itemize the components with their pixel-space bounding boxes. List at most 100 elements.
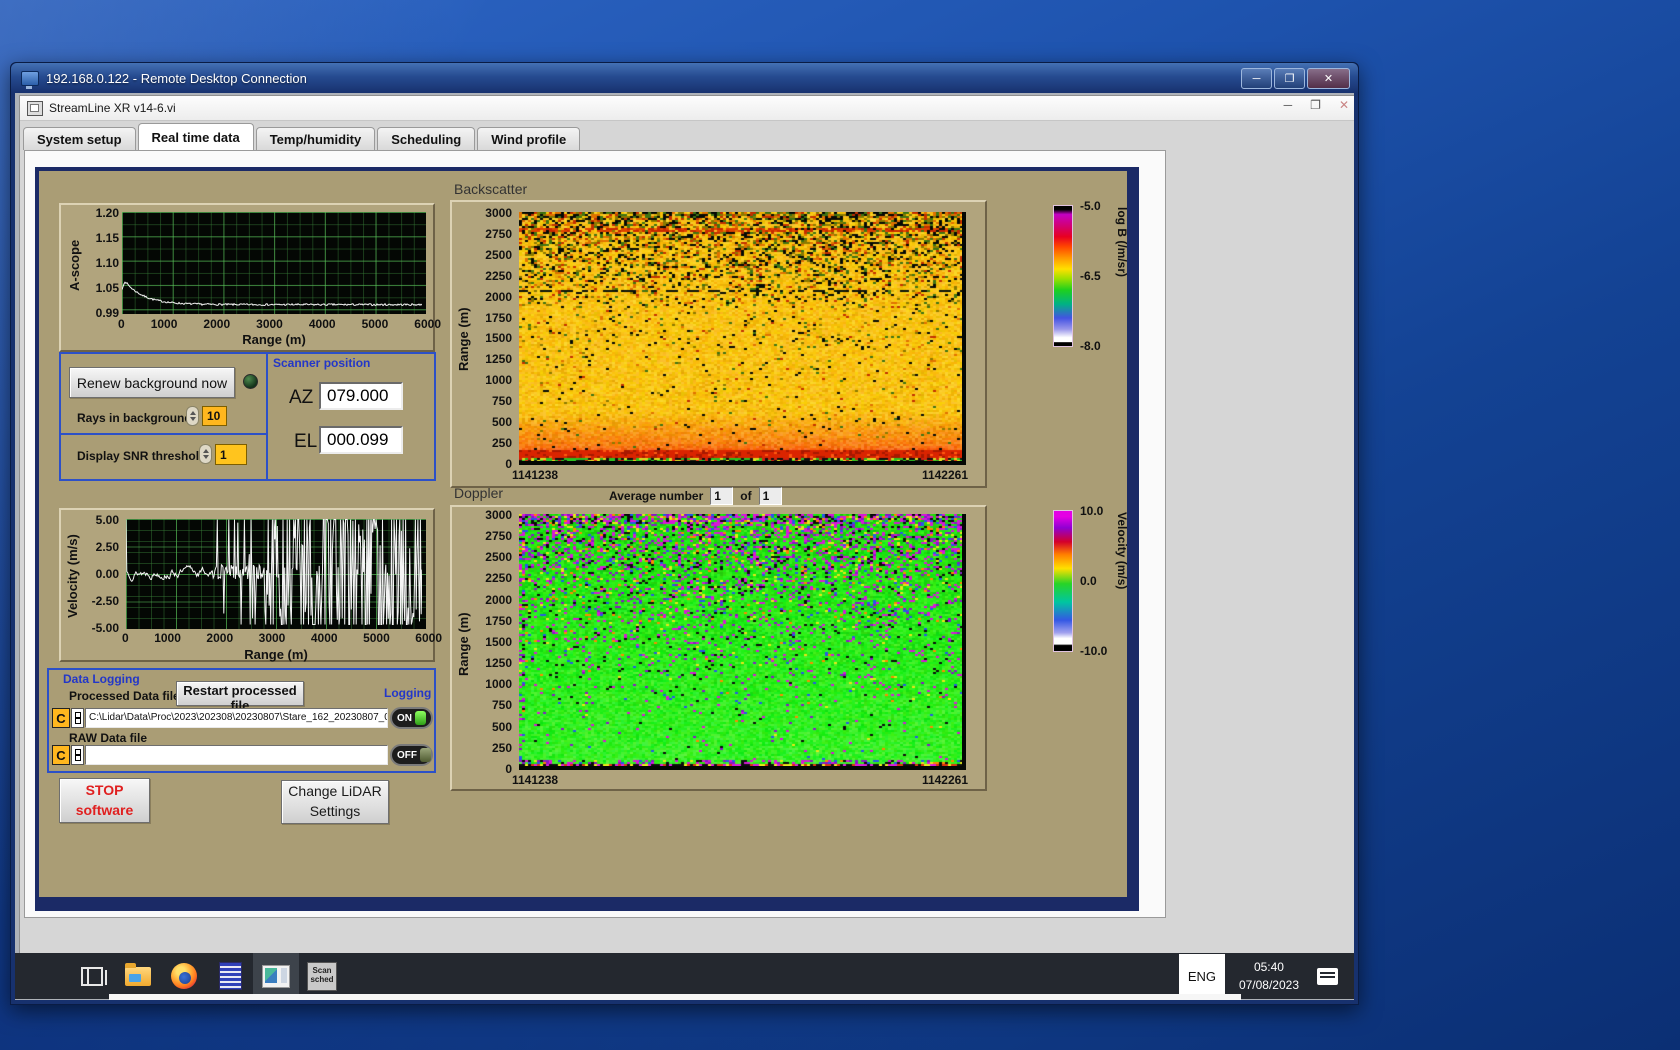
backscatter-colorbar-ticks-item: -6.5 [1080, 269, 1101, 283]
doppler-y-ticks-item: 250 [491, 740, 512, 755]
tab-real-time-data[interactable]: Real time data [137, 123, 254, 150]
restore-icon[interactable]: ❐ [1310, 98, 1321, 112]
task-view-button[interactable] [69, 953, 115, 999]
doppler-colorbar-ticks-item: -10.0 [1080, 644, 1108, 658]
scan-scheduler-button[interactable]: Scan sched [299, 953, 345, 999]
velocity-x-ticks-item: 4000 [310, 631, 338, 645]
rdp-window-controls: ─ ❐ ✕ [1241, 68, 1350, 89]
language-indicator[interactable]: ENG [1178, 954, 1225, 998]
doppler-colorbar-label: Velocity (m/s) [1115, 512, 1129, 590]
ascope-y-axis-label: A-scope [67, 239, 82, 291]
rdp-titlebar[interactable]: 192.168.0.122 - Remote Desktop Connectio… [11, 63, 1358, 93]
elevation-field[interactable]: 000.099 [319, 426, 403, 454]
app-titlebar[interactable]: StreamLine XR v14-6.vi ─ ❐ ✕ [20, 96, 1354, 121]
of-label: of [740, 489, 752, 503]
ascope-x-ticks-item: 6000 [414, 317, 441, 331]
backscatter-y-ticks-item: 2000 [485, 289, 512, 304]
settings-line2: Settings [309, 803, 361, 819]
doppler-y-ticks-item: 1750 [485, 613, 512, 628]
tab-wind-profile[interactable]: Wind profile [477, 127, 581, 150]
ascope-x-ticks-item: 4000 [308, 317, 336, 331]
velocity-y-axis-label: Velocity (m/s) [65, 534, 80, 618]
ascope-x-ticks-item: 1000 [150, 317, 178, 331]
rdp-window-title: 192.168.0.122 - Remote Desktop Connectio… [46, 70, 307, 86]
logging-label: Logging [384, 686, 432, 700]
streamline-taskbar-button[interactable] [253, 953, 299, 999]
remote-screen: StreamLine XR v14-6.vi ─ ❐ ✕ System setu… [15, 93, 1354, 1000]
velocity-x-ticks-item: 5000 [363, 631, 390, 645]
taskbar-clock[interactable]: 05:40 07/08/2023 [1225, 958, 1313, 994]
minimize-icon[interactable]: ─ [1284, 98, 1293, 112]
raw-file-label: RAW Data file [69, 731, 148, 745]
doppler-y-ticks-item: 1000 [485, 677, 512, 692]
average-number-field[interactable]: 1 [710, 487, 734, 505]
document-icon [218, 962, 242, 990]
scan-icon-text: sched [310, 975, 334, 984]
doppler-colorbar-ticks-item: 0.0 [1080, 574, 1097, 588]
scanner-position-title: Scanner position [273, 356, 371, 370]
processed-logging-toggle[interactable]: ON [390, 707, 433, 729]
backscatter-colorbar-label: log B (/m/sr) [1115, 207, 1129, 278]
processed-drive-box[interactable]: C [52, 708, 70, 728]
toggle-indicator [415, 711, 426, 725]
minimize-icon[interactable]: ─ [1241, 68, 1272, 89]
rays-value-field[interactable]: 10 [202, 406, 227, 426]
processed-browse-icon[interactable] [71, 708, 84, 728]
raw-browse-icon[interactable] [71, 745, 84, 765]
backscatter-colorbar-ticks-item: -8.0 [1080, 339, 1101, 353]
doppler-title: Doppler [454, 485, 504, 501]
tab-system-setup[interactable]: System setup [23, 127, 136, 150]
taskbar-icons: Scan sched [69, 953, 345, 999]
taskbar: Scan sched ENG 05:40 07/08/2023 [15, 953, 1354, 999]
backscatter-y-ticks-item: 0 [505, 456, 512, 471]
restart-processed-file-button[interactable]: Restart processed file [176, 681, 304, 713]
raw-drive-box[interactable]: C [52, 745, 70, 765]
snr-value-field[interactable]: 1 [215, 444, 247, 465]
average-total-field[interactable]: 1 [758, 487, 782, 505]
backscatter-y-ticks-item: 2500 [485, 247, 512, 262]
raw-logging-toggle[interactable]: OFF [390, 744, 433, 766]
on-label: ON [397, 712, 412, 724]
vi-icon [27, 100, 43, 116]
backscatter-colorbar-ticks-item: -5.0 [1080, 199, 1101, 213]
firefox-button[interactable] [161, 953, 207, 999]
file-explorer-button[interactable] [115, 953, 161, 999]
backscatter-y-ticks-item: 3000 [485, 206, 512, 220]
maximize-icon[interactable]: ❐ [1274, 68, 1305, 89]
doppler-y-ticks-item: 750 [491, 698, 512, 713]
close-icon[interactable]: ✕ [1339, 98, 1349, 112]
backscatter-y-ticks-item: 1750 [485, 310, 512, 325]
tab-scheduling[interactable]: Scheduling [377, 127, 476, 150]
backscatter-y-ticks-item: 750 [491, 394, 512, 409]
elevation-label: EL [294, 431, 318, 452]
remote-desktop-icon [21, 70, 39, 89]
action-center-icon[interactable] [1317, 967, 1338, 985]
raw-path-field[interactable] [85, 745, 388, 765]
renew-background-button[interactable]: Renew background now [69, 367, 235, 398]
stop-software-button[interactable]: STOP software [59, 778, 150, 823]
backscatter-y-ticks-item: 250 [491, 435, 512, 450]
velocity-x-ticks-item: 6000 [415, 631, 442, 645]
backscatter-y-ticks: 3000 2750 2500 2250 2000 1750 1500 1250 1000 750 5… [466, 206, 512, 471]
task-view-icon [81, 966, 107, 986]
settings-line1: Change LiDAR [288, 783, 382, 800]
doppler-y-ticks-item: 3000 [485, 508, 512, 522]
close-icon[interactable]: ✕ [1307, 68, 1350, 89]
stop-line2: software [75, 801, 134, 818]
velocity-x-ticks-item: 0 [122, 631, 129, 645]
change-lidar-settings-button[interactable]: Change LiDAR Settings [281, 780, 389, 824]
azimuth-field[interactable]: 079.000 [319, 382, 403, 410]
scanner-position-box: Scanner position AZ 079.000 EL 000.099 [266, 352, 436, 481]
snr-stepper[interactable] [199, 444, 212, 464]
processed-file-label: Processed Data file [69, 689, 180, 703]
rdp-window: 192.168.0.122 - Remote Desktop Connectio… [10, 62, 1359, 1005]
scan-scheduler-icon: Scan sched [307, 961, 337, 991]
doppler-y-ticks-item: 2250 [485, 571, 512, 586]
document-app-button[interactable] [207, 953, 253, 999]
rays-stepper[interactable] [186, 406, 199, 426]
doppler-y-ticks-item: 1500 [485, 634, 512, 649]
ascope-y-ticks-item: 1.20 [95, 206, 119, 220]
tab-temp-humidity[interactable]: Temp/humidity [255, 127, 376, 150]
processed-path-field[interactable]: C:\Lidar\Data\Proc\2023\202308\20230807\… [85, 708, 388, 728]
ascope-y-ticks-item: 1.10 [95, 256, 119, 270]
